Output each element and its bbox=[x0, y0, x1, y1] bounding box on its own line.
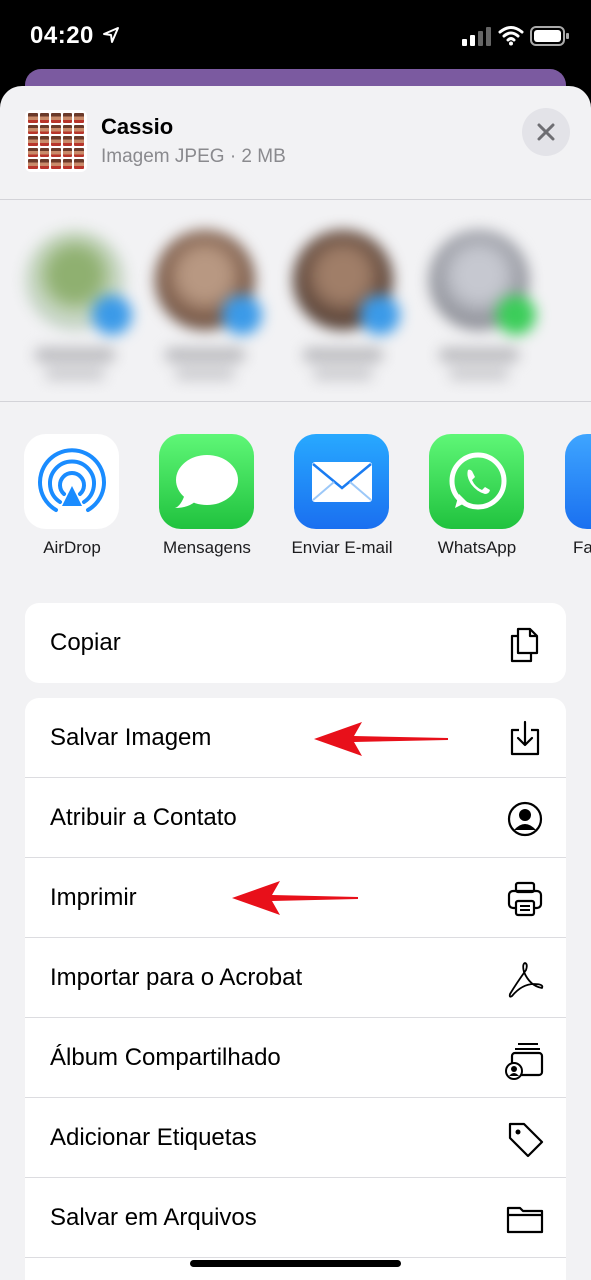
share-title: Cassio bbox=[101, 114, 174, 139]
annotation-arrow bbox=[314, 722, 448, 756]
person-suggestion[interactable] bbox=[288, 230, 400, 390]
action-add-tags[interactable]: Adicionar Etiquetas bbox=[25, 1098, 566, 1178]
messages-icon bbox=[159, 434, 254, 529]
acrobat-icon bbox=[508, 962, 544, 998]
action-assign-contact[interactable]: Atribuir a Contato bbox=[25, 778, 566, 858]
image-thumbnail bbox=[25, 110, 87, 172]
action-label: Salvar em Arquivos bbox=[50, 1204, 257, 1231]
app-whatsapp[interactable]: WhatsApp bbox=[417, 434, 537, 564]
wifi-icon bbox=[498, 26, 524, 46]
status-bar: 04:20 bbox=[0, 0, 591, 72]
people-suggestions-row bbox=[0, 200, 591, 400]
action-label: Imprimir bbox=[50, 884, 137, 911]
action-label: Atribuir a Contato bbox=[50, 804, 237, 831]
app-airdrop[interactable]: AirDrop bbox=[12, 434, 132, 564]
actions-group-primary: Copiar bbox=[25, 603, 566, 683]
app-messages[interactable]: Mensagens bbox=[147, 434, 267, 564]
action-copy[interactable]: Copiar bbox=[25, 603, 566, 683]
app-mail[interactable]: Enviar E-mail bbox=[282, 434, 402, 564]
printer-icon bbox=[507, 881, 543, 917]
mail-icon bbox=[294, 434, 389, 529]
folder-icon bbox=[506, 1206, 544, 1234]
status-time: 04:20 bbox=[30, 22, 94, 49]
action-label: Adicionar Etiquetas bbox=[50, 1124, 257, 1151]
close-button[interactable] bbox=[522, 108, 570, 156]
screen: 04:20 Cassio Imagem JPEG · 2 MB AirDrop … bbox=[0, 0, 591, 1280]
app-label: AirDrop bbox=[43, 538, 101, 557]
annotation-arrow bbox=[232, 881, 358, 915]
action-save-files[interactable]: Salvar em Arquivos bbox=[25, 1178, 566, 1258]
cellular-signal-icon bbox=[462, 27, 491, 46]
divider bbox=[0, 401, 591, 402]
home-indicator[interactable] bbox=[190, 1260, 401, 1267]
app-label: Mensagens bbox=[163, 538, 251, 557]
save-image-icon bbox=[510, 720, 540, 756]
action-shared-album[interactable]: Álbum Compartilhado bbox=[25, 1018, 566, 1098]
airdrop-icon bbox=[24, 434, 119, 529]
app-label: WhatsApp bbox=[437, 538, 517, 557]
contact-icon bbox=[507, 801, 543, 837]
close-icon bbox=[537, 123, 555, 141]
action-save-image[interactable]: Salvar Imagem bbox=[25, 698, 566, 778]
action-label: Álbum Compartilhado bbox=[50, 1044, 281, 1071]
person-suggestion[interactable] bbox=[424, 230, 536, 390]
whatsapp-icon bbox=[429, 434, 524, 529]
actions-group-secondary: Salvar Imagem Atribuir a Contato Imprimi… bbox=[25, 698, 566, 1280]
copy-icon bbox=[510, 627, 539, 663]
share-subtitle: Imagem JPEG · 2 MB bbox=[101, 146, 286, 167]
shared-album-icon bbox=[505, 1043, 544, 1080]
app-icon bbox=[565, 434, 591, 529]
person-suggestion[interactable] bbox=[20, 230, 132, 390]
action-label: Copiar bbox=[50, 629, 121, 656]
action-label: Salvar Imagem bbox=[50, 724, 212, 751]
action-label: Importar para o Acrobat bbox=[50, 964, 303, 991]
app-partial[interactable]: Fa bbox=[553, 434, 591, 564]
battery-icon bbox=[530, 26, 569, 46]
share-header: Cassio Imagem JPEG · 2 MB bbox=[0, 86, 591, 199]
tag-icon bbox=[508, 1122, 544, 1158]
share-sheet: Cassio Imagem JPEG · 2 MB AirDrop Mensag… bbox=[0, 86, 591, 1280]
action-import-acrobat[interactable]: Importar para o Acrobat bbox=[25, 938, 566, 1018]
location-arrow-icon bbox=[103, 27, 119, 43]
app-label: Fa bbox=[573, 538, 591, 557]
app-label: Enviar E-mail bbox=[291, 538, 393, 557]
person-suggestion[interactable] bbox=[150, 230, 262, 390]
apps-row: AirDrop Mensagens Enviar E-mail WhatsApp… bbox=[0, 434, 591, 574]
